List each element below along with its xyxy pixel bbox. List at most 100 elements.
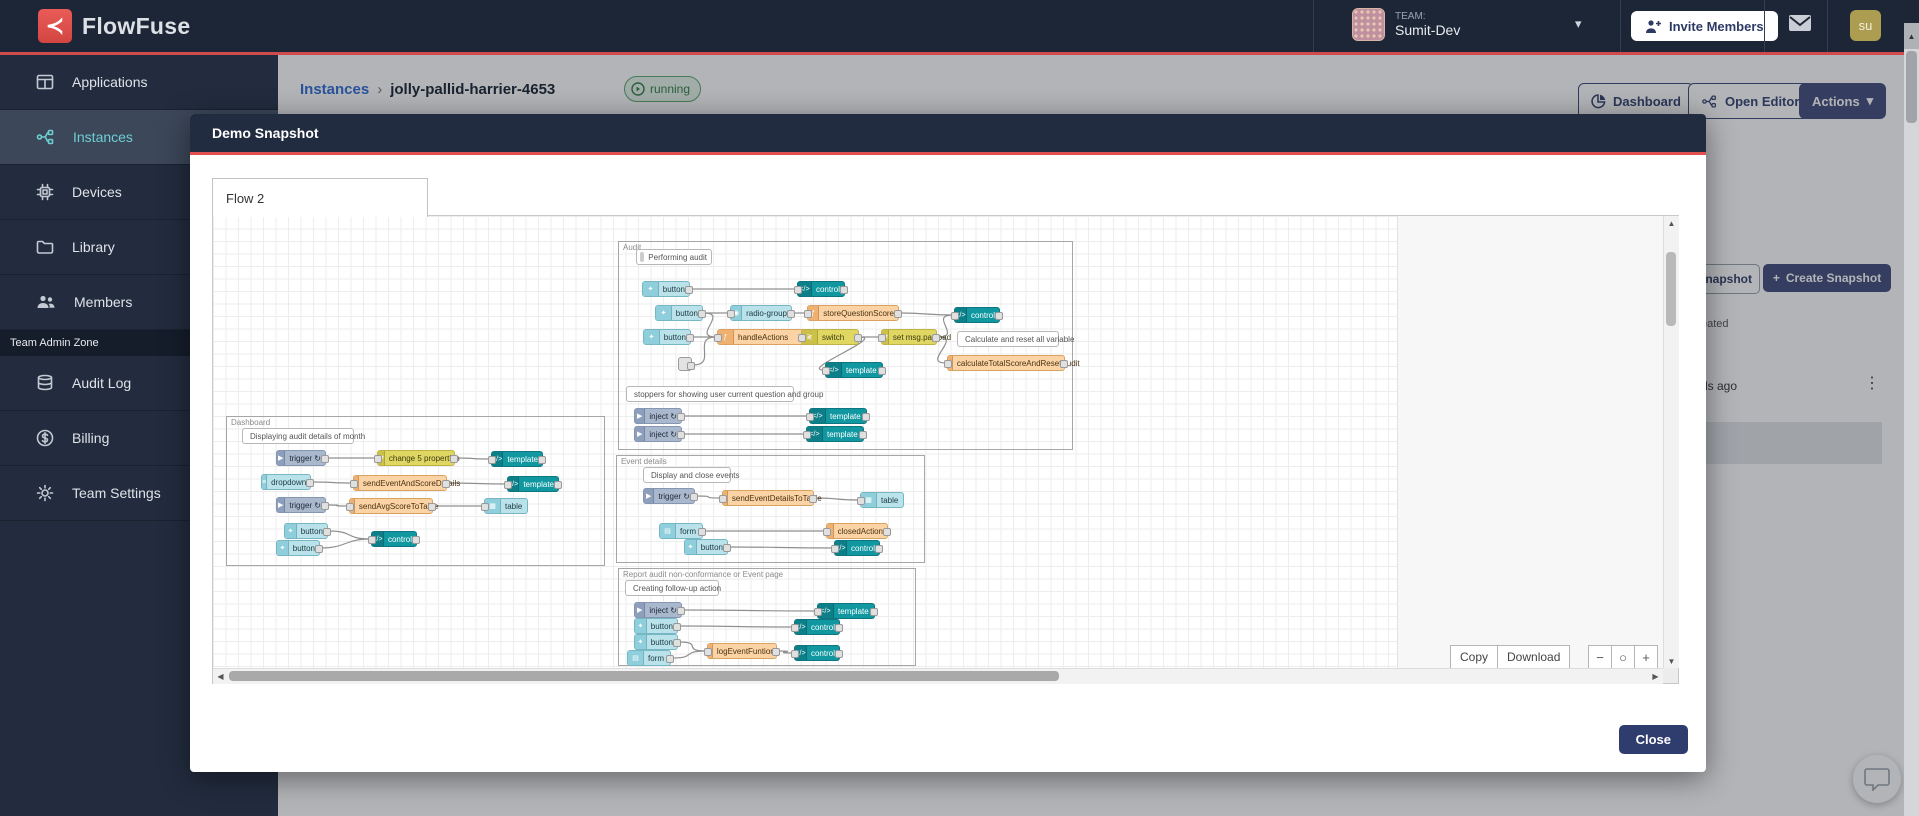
flow-node-template[interactable]: </> template <box>814 603 878 619</box>
scroll-right-icon[interactable]: ▶ <box>1648 669 1663 683</box>
flow-node-storequestionscore[interactable]: ƒ storeQuestionScore <box>804 305 902 321</box>
node-output-port[interactable] <box>859 431 867 439</box>
node-output-port[interactable] <box>677 413 685 421</box>
node-output-port[interactable] <box>687 362 695 370</box>
flow-node-handleactions[interactable]: ƒ handleActions <box>714 329 810 345</box>
sidebar-item-applications[interactable]: Applications <box>0 55 278 110</box>
node-output-port[interactable] <box>698 528 706 536</box>
flow-node-switch[interactable]: ≷ switch <box>798 329 862 345</box>
flow-node-trigger-[interactable]: ▶ trigger ↻ <box>643 488 698 504</box>
node-input-port[interactable] <box>504 481 512 489</box>
node-output-port[interactable] <box>698 310 706 318</box>
flow-node-template[interactable]: </> template <box>803 426 867 442</box>
node-input-port[interactable] <box>823 528 831 536</box>
flow-node-creating-follow-up-action[interactable]: Creating follow-up action <box>625 580 721 596</box>
node-output-port[interactable] <box>875 545 883 553</box>
flow-node-calculate-and-reset-all-variable[interactable]: Calculate and reset all variable <box>957 331 1074 347</box>
flow-node-sendavgscoretotable[interactable]: ƒsendAvgScoreToTable <box>346 498 438 514</box>
node-output-port[interactable] <box>835 624 843 632</box>
node-output-port[interactable] <box>677 431 685 439</box>
zoom-in-button[interactable]: + <box>1635 645 1658 668</box>
flow-node-button[interactable]: ✦ button <box>642 281 693 297</box>
node-output-port[interactable] <box>666 655 674 663</box>
node-output-port[interactable] <box>878 367 886 375</box>
flow-node-logeventfuntion[interactable]: ƒlogEventFuntion <box>704 643 780 659</box>
node-output-port[interactable] <box>677 607 685 615</box>
user-avatar[interactable]: su <box>1850 10 1881 41</box>
flow-node-control[interactable]: </> control <box>951 307 1003 323</box>
node-output-port[interactable] <box>894 310 902 318</box>
node-input-port[interactable] <box>951 312 959 320</box>
flow-node-button[interactable]: ✦ button <box>655 305 706 321</box>
copy-button[interactable]: Copy <box>1450 645 1499 668</box>
flow-node-trigger-[interactable]: ▶ trigger ↻ <box>276 497 329 513</box>
node-output-port[interactable] <box>323 528 331 536</box>
node-input-port[interactable] <box>350 480 358 488</box>
node-input-port[interactable] <box>857 497 865 505</box>
flow-node-display-and-close-events[interactable]: Display and close events <box>643 467 740 483</box>
node-input-port[interactable] <box>488 456 496 464</box>
node-output-port[interactable] <box>835 650 843 658</box>
flow-node-button[interactable]: ✦ button <box>634 618 681 634</box>
scroll-down-icon[interactable]: ▼ <box>1664 654 1679 668</box>
chevron-down-icon[interactable]: ▾ <box>1575 16 1582 32</box>
node-input-port[interactable] <box>814 608 822 616</box>
flow-node-radio-group[interactable]: ◉ radio-group <box>727 305 795 321</box>
flowfuse-logo-icon[interactable]: ≺ <box>38 9 72 43</box>
node-output-port[interactable] <box>690 493 698 501</box>
node-input-port[interactable] <box>806 413 814 421</box>
tab-flow-2[interactable]: Flow 2 <box>212 178 428 217</box>
zoom-reset-button[interactable]: ○ <box>1612 645 1635 668</box>
node-output-port[interactable] <box>883 528 891 536</box>
flow-node-template[interactable]: </> template <box>488 451 546 467</box>
node-output-port[interactable] <box>321 455 329 463</box>
node-input-port[interactable] <box>878 334 886 342</box>
flow-node-button[interactable]: ✦ button <box>276 540 323 556</box>
node-output-port[interactable] <box>306 479 314 487</box>
node-output-port[interactable] <box>450 455 458 463</box>
node-input-port[interactable] <box>791 624 799 632</box>
node-output-port[interactable] <box>995 312 1003 320</box>
node-output-port[interactable] <box>673 623 681 631</box>
flow-node-link[interactable] <box>678 357 695 371</box>
flowfuse-logo-text[interactable]: FlowFuse <box>82 13 190 40</box>
flow-node-control[interactable]: </> control <box>791 645 843 661</box>
flow-node-control[interactable]: </> control <box>368 531 420 547</box>
flow-node-change-5-properties[interactable]: ⇄change 5 properties <box>374 450 460 466</box>
flow-node-trigger-[interactable]: ▶ trigger ↻ <box>276 450 329 466</box>
flow-node-set-msg-payload[interactable]: ⇄set msg.payload <box>878 329 951 345</box>
node-output-port[interactable] <box>1060 360 1068 368</box>
flow-node-form[interactable]: ▤ form <box>627 650 674 666</box>
flow-node-performing-audit[interactable]: Performing audit <box>636 249 712 265</box>
vertical-scroll-thumb[interactable] <box>1666 252 1676 326</box>
flow-node-button[interactable]: ✦ button <box>284 523 331 539</box>
page-scroll-up-icon[interactable]: ▲ <box>1904 23 1919 49</box>
node-output-port[interactable] <box>862 413 870 421</box>
node-output-port[interactable] <box>315 545 323 553</box>
close-button[interactable]: Close <box>1618 725 1688 754</box>
node-output-port[interactable] <box>686 334 694 342</box>
flow-node-table[interactable]: ▦ table <box>857 492 904 508</box>
node-input-port[interactable] <box>346 503 354 511</box>
node-output-port[interactable] <box>321 502 329 510</box>
node-output-port[interactable] <box>723 544 731 552</box>
node-input-port[interactable] <box>831 545 839 553</box>
node-output-port[interactable] <box>787 310 795 318</box>
node-input-port[interactable] <box>727 310 735 318</box>
node-input-port[interactable] <box>791 650 799 658</box>
node-output-port[interactable] <box>870 608 878 616</box>
flow-node-closedaction[interactable]: ƒclosedAction <box>823 523 891 539</box>
scroll-left-icon[interactable]: ◀ <box>213 669 228 683</box>
flow-node-stoppers-for-showing-user-current-question-and-group[interactable]: stoppers for showing user current questi… <box>626 386 823 402</box>
node-output-port[interactable] <box>412 536 420 544</box>
horizontal-scroll-thumb[interactable] <box>229 671 1059 681</box>
flow-node-button[interactable]: ✦ button <box>634 634 681 650</box>
node-input-port[interactable] <box>822 367 830 375</box>
node-input-port[interactable] <box>481 503 489 511</box>
horizontal-scrollbar[interactable]: ◀ ▶ <box>213 668 1663 684</box>
scroll-up-icon[interactable]: ▲ <box>1664 216 1679 230</box>
node-output-port[interactable] <box>809 495 817 503</box>
node-output-port[interactable] <box>428 503 436 511</box>
flow-node-table[interactable]: ▦ table <box>481 498 528 514</box>
node-output-port[interactable] <box>772 648 780 656</box>
